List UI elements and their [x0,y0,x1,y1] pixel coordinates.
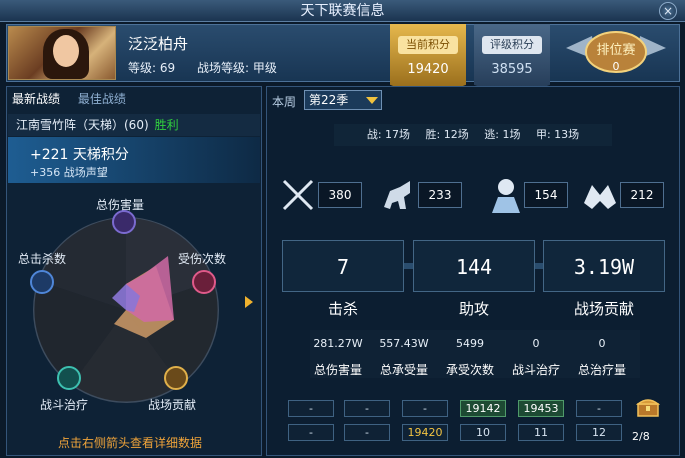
current-points-value: 19420 [407,62,449,77]
match-line: 江南雪竹阵（天梯）(60) 胜利 [8,114,260,136]
battle-heal-value: 0 [532,337,540,350]
assists-value: 144 [413,240,535,292]
assists-label: 助攻 [458,300,489,318]
grid-cell: 12 [576,424,622,441]
hint-text: 点击右侧箭头查看详细数据 [58,436,203,450]
grid-cell: - [344,400,390,417]
ladder-points-gain: +221 天梯积分 [30,147,129,163]
grid-cell: - [344,424,390,441]
window-title: 天下联赛信息 [300,3,385,19]
kills-label: 击杀 [327,300,358,318]
tab-latest-record[interactable]: 最新战绩 [12,92,60,106]
grid-cell: 11 [518,424,564,441]
ranking-value: 0 [613,60,620,73]
current-points-label: 当前积分 [398,36,458,54]
ranking-emblem[interactable]: 排位赛 0 [562,26,670,80]
grid-cell: 19420 [402,424,448,441]
radar-label-injury: 受伤次数 [178,252,227,266]
battle-level: 战场等级: 甲级 [196,61,277,75]
grid-cell: - [402,400,448,417]
horse-value: 233 [418,182,462,208]
contribution-label: 战场贡献 [573,300,634,318]
tab-best-record[interactable]: 最佳战绩 [78,92,126,106]
handshake-icon [584,185,616,209]
contribution-orb-icon [164,366,188,390]
chevron-down-icon[interactable] [366,97,378,104]
heal-orb-icon [57,366,81,390]
warrior-icon [492,179,520,213]
contribution-value: 3.19W [543,240,665,292]
grid-cell: - [288,424,334,441]
total-taken-value: 557.43W [379,337,429,350]
treasure-chest-icon[interactable] [636,396,660,418]
radar-chart [30,210,219,403]
record-grade-a: 甲: 13场 [535,128,580,141]
player-level-row: 等级: 69 战场等级: 甲级 [128,59,295,76]
match-result: 胜利 [154,118,179,132]
horse-icon [384,181,410,209]
week-label: 本周 [272,95,297,109]
chest-count: 2/8 [632,430,650,443]
left-tabs: 最新战绩 最佳战绩 [12,90,140,107]
season-record-bar: 战: 17场 胜: 12场 逃: 1场 甲: 13场 [334,124,612,146]
hits-taken-label: 承受次数 [445,363,494,377]
player-portrait [8,26,116,80]
warrior-value: 154 [524,182,568,208]
crossed-swords-icon [282,179,314,211]
swords-value: 380 [318,182,362,208]
total-damage-value: 281.27W [313,337,363,350]
total-taken-label: 总承受量 [379,363,428,377]
player-name: 泛泛柏舟 [128,35,189,53]
radar-label-healing: 战斗治疗 [40,398,89,412]
record-escapes: 逃: 1场 [484,128,521,141]
window-title-bar: 天下联赛信息 [0,0,685,22]
radar-label-contribution: 战场贡献 [148,398,197,412]
grid-cell: 19142 [460,400,506,417]
rating-points-label: 评级积分 [482,36,542,54]
radar-label-kills: 总击杀数 [18,252,67,266]
radar-label-damage: 总伤害量 [96,198,145,212]
grid-cell: - [576,400,622,417]
prestige-gain: +356 战场声望 [30,166,108,179]
kill-orb-icon [30,270,54,294]
grid-cell: 19453 [518,400,564,417]
total-damage-label: 总伤害量 [313,363,362,377]
hits-taken-value: 5499 [456,337,484,350]
record-battles: 战: 17场 [366,128,411,141]
rating-points-value: 38595 [491,62,533,77]
damage-orb-icon [112,210,136,234]
total-heal-value: 0 [598,337,606,350]
kills-value: 7 [282,240,404,292]
grid-cell: - [288,400,334,417]
grid-cell: 10 [460,424,506,441]
total-heal-label: 总治疗量 [577,363,626,377]
close-button[interactable]: × [659,2,677,20]
ranking-label: 排位赛 [596,42,635,58]
player-level: 等级: 69 [128,61,176,75]
injury-orb-icon [192,270,216,294]
match-name: 江南雪竹阵（天梯）(60) [16,118,149,132]
record-wins: 胜: 12场 [425,128,469,141]
battle-heal-label: 战斗治疗 [511,363,560,377]
details-arrow-button[interactable] [245,296,253,308]
handshake-value: 212 [620,182,664,208]
